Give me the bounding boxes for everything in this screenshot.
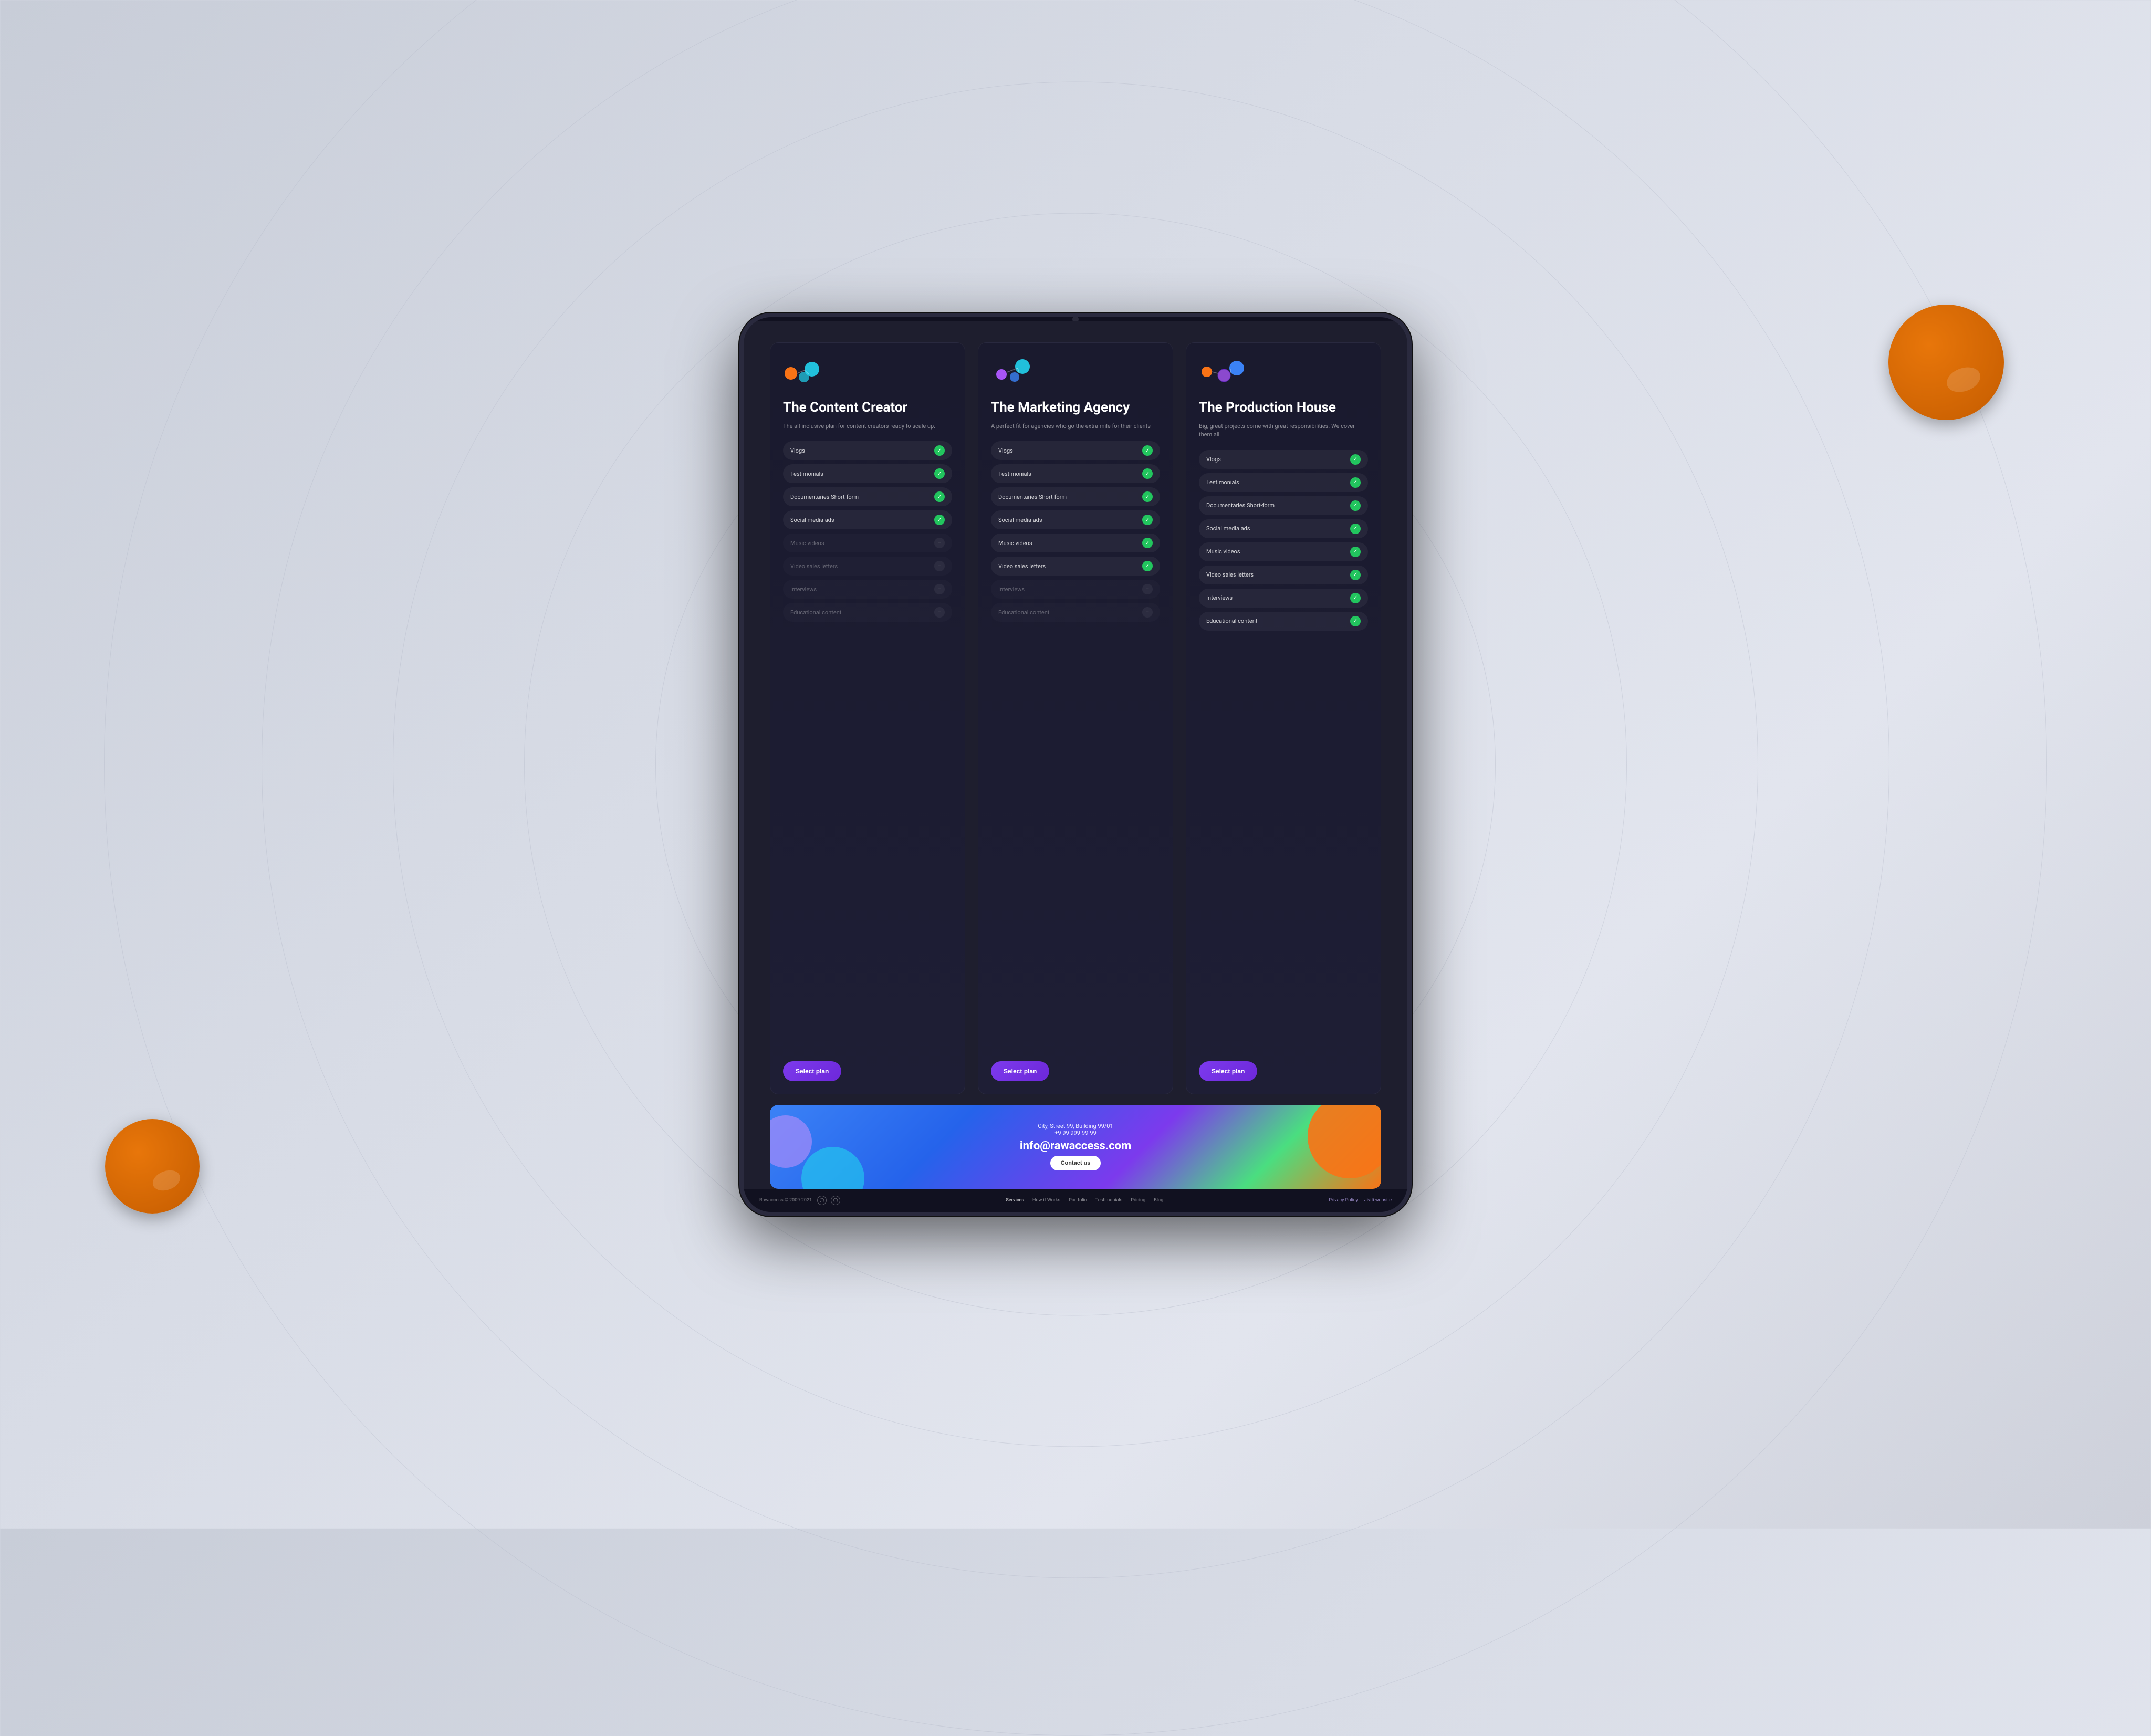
plan-logo-content-creator	[783, 358, 952, 389]
check-testimonials-3: ✓	[1350, 477, 1361, 488]
check-vlogs-3: ✓	[1350, 454, 1361, 465]
check-vlogs-2: ✓	[1142, 445, 1153, 456]
nav-link-pricing[interactable]: Pricing	[1131, 1198, 1145, 1203]
nav-right: Privacy Policy Jiviti website	[1329, 1198, 1392, 1203]
check-social-2: ✓	[1142, 515, 1153, 525]
feature-vlogs-3: Vlogs ✓	[1199, 450, 1368, 469]
nav-link-privacy[interactable]: Privacy Policy	[1329, 1198, 1358, 1203]
feature-social-2: Social media ads ✓	[991, 510, 1160, 529]
check-edu-2: –	[1142, 607, 1153, 618]
check-music-2: ✓	[1142, 538, 1153, 548]
feature-interviews-1: Interviews –	[783, 580, 952, 599]
cta-blob-orange	[1308, 1105, 1381, 1178]
check-edu-3: ✓	[1350, 616, 1361, 626]
feature-vsl-2: Video sales letters ✓	[991, 557, 1160, 576]
plan-content-creator: The Content Creator The all-inclusive pl…	[770, 342, 965, 1094]
plan-title-production-house: The Production House	[1199, 400, 1368, 416]
check-music-1: –	[934, 538, 945, 548]
nav-link-portfolio[interactable]: Portfolio	[1069, 1198, 1087, 1203]
plan-marketing-agency: The Marketing Agency A perfect fit for a…	[978, 342, 1173, 1094]
content-area: The Content Creator The all-inclusive pl…	[744, 321, 1407, 1189]
plan-production-house: The Production House Big, great projects…	[1186, 342, 1381, 1094]
footer-email: info@rawaccess.com	[1020, 1139, 1131, 1153]
feature-music-3: Music videos ✓	[1199, 542, 1368, 561]
orange-ball-right	[1888, 305, 2004, 420]
check-interviews-3: ✓	[1350, 593, 1361, 603]
footer-phone: +9 99 999-99-99	[1054, 1130, 1097, 1136]
features-list-content-creator: Vlogs ✓ Testimonials ✓ Documentaries Sho…	[783, 441, 952, 1050]
cta-blob-cyan	[801, 1147, 864, 1189]
check-testimonials-1: ✓	[934, 468, 945, 479]
feature-edu-2: Educational content –	[991, 603, 1160, 622]
feature-vlogs-1: Vlogs ✓	[783, 441, 952, 460]
feature-testimonials-1: Testimonials ✓	[783, 464, 952, 483]
feature-music-2: Music videos ✓	[991, 534, 1160, 552]
select-plan-marketing-agency[interactable]: Select plan	[991, 1061, 1049, 1081]
nav-link-jiviti[interactable]: Jiviti website	[1364, 1198, 1392, 1203]
feature-interviews-2: Interviews –	[991, 580, 1160, 599]
footer-address: City, Street 99, Building 99/01	[1038, 1123, 1113, 1130]
check-docs-1: ✓	[934, 491, 945, 502]
tablet-screen: The Content Creator The all-inclusive pl…	[744, 321, 1407, 1212]
check-vlogs-1: ✓	[934, 445, 945, 456]
tablet-topbar	[744, 317, 1407, 321]
feature-social-1: Social media ads ✓	[783, 510, 952, 529]
nav-link-testimonials[interactable]: Testimonials	[1095, 1198, 1122, 1203]
feature-edu-1: Educational content –	[783, 603, 952, 622]
plan-title-marketing-agency: The Marketing Agency	[991, 400, 1160, 416]
social-icon-circle2[interactable]: ◯	[831, 1196, 840, 1205]
check-testimonials-2: ✓	[1142, 468, 1153, 479]
feature-docs-3: Documentaries Short-form ✓	[1199, 496, 1368, 515]
feature-social-3: Social media ads ✓	[1199, 519, 1368, 538]
select-plan-content-creator[interactable]: Select plan	[783, 1061, 841, 1081]
plan-logo-marketing-agency	[991, 358, 1160, 389]
nav-center: Services How it Works Portfolio Testimon…	[1006, 1198, 1163, 1203]
plans-grid: The Content Creator The all-inclusive pl…	[770, 342, 1381, 1094]
features-list-production-house: Vlogs ✓ Testimonials ✓ Documentaries Sho…	[1199, 450, 1368, 1051]
check-docs-3: ✓	[1350, 500, 1361, 511]
footer-cta: City, Street 99, Building 99/01 +9 99 99…	[770, 1105, 1381, 1189]
feature-music-1: Music videos –	[783, 534, 952, 552]
orange-ball-left	[105, 1119, 200, 1214]
plan-title-content-creator: The Content Creator	[783, 400, 952, 416]
plan-desc-marketing-agency: A perfect fit for agencies who go the ex…	[991, 422, 1160, 431]
features-list-marketing-agency: Vlogs ✓ Testimonials ✓ Documentaries Sho…	[991, 441, 1160, 1050]
check-social-1: ✓	[934, 515, 945, 525]
nav-left: Rawaccess © 2009-2021 ◯ ◯	[759, 1196, 840, 1205]
contact-button[interactable]: Contact us	[1050, 1156, 1101, 1170]
feature-vlogs-2: Vlogs ✓	[991, 441, 1160, 460]
nav-brand: Services	[1006, 1198, 1024, 1203]
bottom-nav: Rawaccess © 2009-2021 ◯ ◯ Services How i…	[744, 1189, 1407, 1212]
plan-desc-production-house: Big, great projects come with great resp…	[1199, 422, 1368, 440]
feature-testimonials-3: Testimonials ✓	[1199, 473, 1368, 492]
plan-desc-content-creator: The all-inclusive plan for content creat…	[783, 422, 952, 431]
check-interviews-1: –	[934, 584, 945, 594]
tablet: The Content Creator The all-inclusive pl…	[739, 313, 1412, 1216]
cta-blob-purple	[770, 1115, 812, 1168]
check-music-3: ✓	[1350, 547, 1361, 557]
feature-interviews-3: Interviews ✓	[1199, 589, 1368, 608]
check-social-3: ✓	[1350, 524, 1361, 534]
check-edu-1: –	[934, 607, 945, 618]
plan-logo-production-house	[1199, 358, 1368, 389]
feature-testimonials-2: Testimonials ✓	[991, 464, 1160, 483]
nav-link-blog[interactable]: Blog	[1154, 1198, 1163, 1203]
check-vsl-1: –	[934, 561, 945, 571]
check-vsl-3: ✓	[1350, 570, 1361, 580]
check-docs-2: ✓	[1142, 491, 1153, 502]
check-vsl-2: ✓	[1142, 561, 1153, 571]
feature-docs-1: Documentaries Short-form ✓	[783, 487, 952, 506]
copyright: Rawaccess © 2009-2021	[759, 1198, 812, 1203]
check-interviews-2: –	[1142, 584, 1153, 594]
feature-docs-2: Documentaries Short-form ✓	[991, 487, 1160, 506]
feature-edu-3: Educational content ✓	[1199, 612, 1368, 631]
feature-vsl-3: Video sales letters ✓	[1199, 566, 1368, 584]
social-icons: ◯ ◯	[817, 1196, 840, 1205]
feature-vsl-1: Video sales letters –	[783, 557, 952, 576]
nav-link-how-it-works[interactable]: How it Works	[1032, 1198, 1060, 1203]
select-plan-production-house[interactable]: Select plan	[1199, 1061, 1257, 1081]
social-icon-circle1[interactable]: ◯	[817, 1196, 827, 1205]
